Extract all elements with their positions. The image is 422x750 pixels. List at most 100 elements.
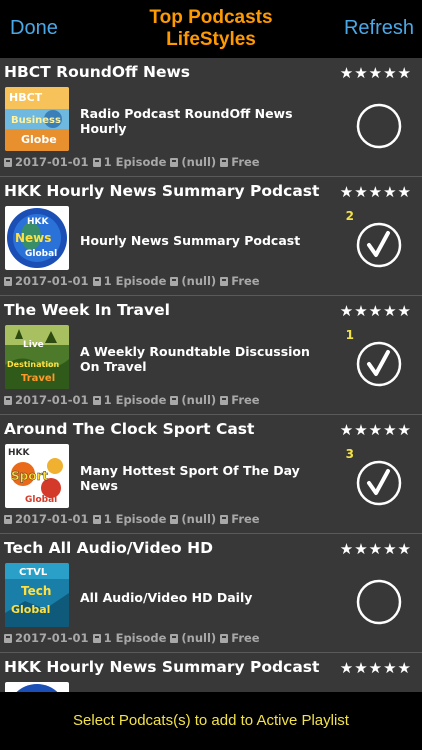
rating-stars: ★★★★★ bbox=[339, 540, 412, 558]
podcast-row[interactable]: Around The Clock Sport Cast ★★★★★ HKK Sp… bbox=[0, 415, 422, 534]
navigation-bar: Done Top Podcasts LifeStyles Refresh bbox=[0, 0, 422, 58]
podcast-size: (null) bbox=[181, 155, 217, 169]
podcast-date: 2017-01-01 bbox=[15, 631, 89, 645]
podcast-meta: 2017-01-01 1 Episode (null) Free bbox=[4, 155, 260, 169]
episode-icon bbox=[92, 634, 101, 643]
rating-stars: ★★★★★ bbox=[339, 302, 412, 320]
podcast-row[interactable]: HKK Hourly News Summary Podcast ★★★★★ HK… bbox=[0, 177, 422, 296]
episode-icon bbox=[92, 277, 101, 286]
svg-text:Sport: Sport bbox=[11, 469, 48, 483]
svg-text:Travel: Travel bbox=[21, 373, 55, 384]
podcast-meta: 2017-01-01 1 Episode (null) Free bbox=[4, 274, 260, 288]
podcast-list[interactable]: HBCT RoundOff News ★★★★★ HBCT Business G… bbox=[0, 58, 422, 692]
podcast-date: 2017-01-01 bbox=[15, 155, 89, 169]
podcast-row[interactable]: The Week In Travel ★★★★★ Live Destinatio… bbox=[0, 296, 422, 415]
podcast-thumbnail: HKK Sport Global bbox=[5, 444, 69, 508]
podcast-date: 2017-01-01 bbox=[15, 512, 89, 526]
podcast-size: (null) bbox=[181, 512, 217, 526]
svg-text:HKK: HKK bbox=[8, 448, 31, 458]
podcast-thumbnail: Live Destination Travel bbox=[5, 325, 69, 389]
podcast-thumbnail: HBCT Business Globe bbox=[5, 87, 69, 151]
svg-text:Destination: Destination bbox=[7, 360, 60, 369]
checkmark-icon bbox=[356, 341, 402, 387]
calendar-icon bbox=[4, 277, 12, 286]
bottom-bar: Select Podcats(s) to add to Active Playl… bbox=[0, 692, 422, 750]
select-toggle[interactable] bbox=[356, 103, 402, 149]
rating-stars: ★★★★★ bbox=[339, 421, 412, 439]
calendar-icon bbox=[4, 396, 12, 405]
svg-text:HKK: HKK bbox=[27, 217, 50, 227]
select-toggle[interactable] bbox=[356, 460, 402, 506]
svg-text:Global: Global bbox=[25, 495, 57, 505]
checkmark-icon bbox=[356, 222, 402, 268]
svg-text:Tech: Tech bbox=[21, 584, 51, 598]
podcast-episodes: 1 Episode bbox=[103, 512, 167, 526]
price-icon bbox=[220, 515, 229, 524]
podcast-description: Radio Podcast RoundOff News Hourly bbox=[80, 106, 293, 136]
playlist-order-number: 1 bbox=[345, 328, 354, 342]
svg-text:Business: Business bbox=[11, 115, 61, 126]
podcast-description: Many Hottest Sport Of The Day News bbox=[80, 463, 300, 493]
svg-text:News: News bbox=[15, 231, 51, 245]
podcast-row[interactable]: HBCT RoundOff News ★★★★★ HBCT Business G… bbox=[0, 58, 422, 177]
podcast-price: Free bbox=[231, 393, 260, 407]
svg-text:HBCT: HBCT bbox=[9, 91, 43, 104]
select-toggle[interactable] bbox=[356, 222, 402, 268]
rating-stars: ★★★★★ bbox=[339, 64, 412, 82]
size-icon bbox=[170, 277, 179, 286]
podcast-episodes: 1 Episode bbox=[103, 274, 167, 288]
episode-icon bbox=[92, 515, 101, 524]
price-icon bbox=[220, 158, 229, 167]
podcast-row[interactable]: Tech All Audio/Video HD ★★★★★ CTVL Tech … bbox=[0, 534, 422, 653]
podcast-thumbnail: CTVL Tech Global bbox=[5, 563, 69, 627]
price-icon bbox=[220, 396, 229, 405]
checkmark-icon bbox=[356, 460, 402, 506]
podcast-title: Tech All Audio/Video HD bbox=[4, 539, 213, 557]
podcast-meta: 2017-01-01 1 Episode (null) Free bbox=[4, 631, 260, 645]
podcast-description: A Weekly Roundtable Discussion On Travel bbox=[80, 344, 310, 374]
podcast-date: 2017-01-01 bbox=[15, 393, 89, 407]
playlist-order-number: 2 bbox=[345, 209, 354, 223]
podcast-description: All Audio/Video HD Daily bbox=[80, 590, 253, 605]
select-toggle[interactable] bbox=[356, 579, 402, 625]
podcast-episodes: 1 Episode bbox=[103, 155, 167, 169]
podcast-title: Around The Clock Sport Cast bbox=[4, 420, 255, 438]
podcast-episodes: 1 Episode bbox=[103, 393, 167, 407]
svg-text:Global: Global bbox=[25, 249, 57, 259]
rating-stars: ★★★★★ bbox=[339, 183, 412, 201]
podcast-price: Free bbox=[231, 631, 260, 645]
podcast-title: HBCT RoundOff News bbox=[4, 63, 191, 81]
rating-stars: ★★★★★ bbox=[339, 659, 412, 677]
svg-text:Live: Live bbox=[23, 340, 44, 350]
podcast-episodes: 1 Episode bbox=[103, 631, 167, 645]
episode-icon bbox=[92, 158, 101, 167]
podcast-price: Free bbox=[231, 155, 260, 169]
size-icon bbox=[170, 396, 179, 405]
calendar-icon bbox=[4, 158, 12, 167]
podcast-description: Hourly News Summary Podcast bbox=[80, 233, 301, 248]
calendar-icon bbox=[4, 515, 12, 524]
podcast-meta: 2017-01-01 1 Episode (null) Free bbox=[4, 512, 260, 526]
svg-text:Global: Global bbox=[11, 603, 50, 616]
size-icon bbox=[170, 158, 179, 167]
podcast-title: HKK Hourly News Summary Podcast bbox=[4, 182, 320, 200]
episode-icon bbox=[92, 396, 101, 405]
size-icon bbox=[170, 515, 179, 524]
podcast-title: HKK Hourly News Summary Podcast bbox=[4, 658, 320, 676]
podcast-thumbnail bbox=[5, 682, 69, 692]
add-to-playlist-prompt[interactable]: Select Podcats(s) to add to Active Playl… bbox=[73, 712, 349, 729]
select-toggle[interactable] bbox=[356, 341, 402, 387]
svg-text:CTVL: CTVL bbox=[19, 567, 48, 578]
podcast-title: The Week In Travel bbox=[4, 301, 170, 319]
podcast-date: 2017-01-01 bbox=[15, 274, 89, 288]
price-icon bbox=[220, 634, 229, 643]
refresh-button[interactable]: Refresh bbox=[344, 17, 414, 40]
podcast-thumbnail: HKK News Global bbox=[5, 206, 69, 270]
price-icon bbox=[220, 277, 229, 286]
podcast-size: (null) bbox=[181, 274, 217, 288]
podcast-size: (null) bbox=[181, 393, 217, 407]
size-icon bbox=[170, 634, 179, 643]
podcast-size: (null) bbox=[181, 631, 217, 645]
podcast-row[interactable]: HKK Hourly News Summary Podcast ★★★★★ bbox=[0, 653, 422, 692]
svg-text:Globe: Globe bbox=[21, 133, 57, 146]
